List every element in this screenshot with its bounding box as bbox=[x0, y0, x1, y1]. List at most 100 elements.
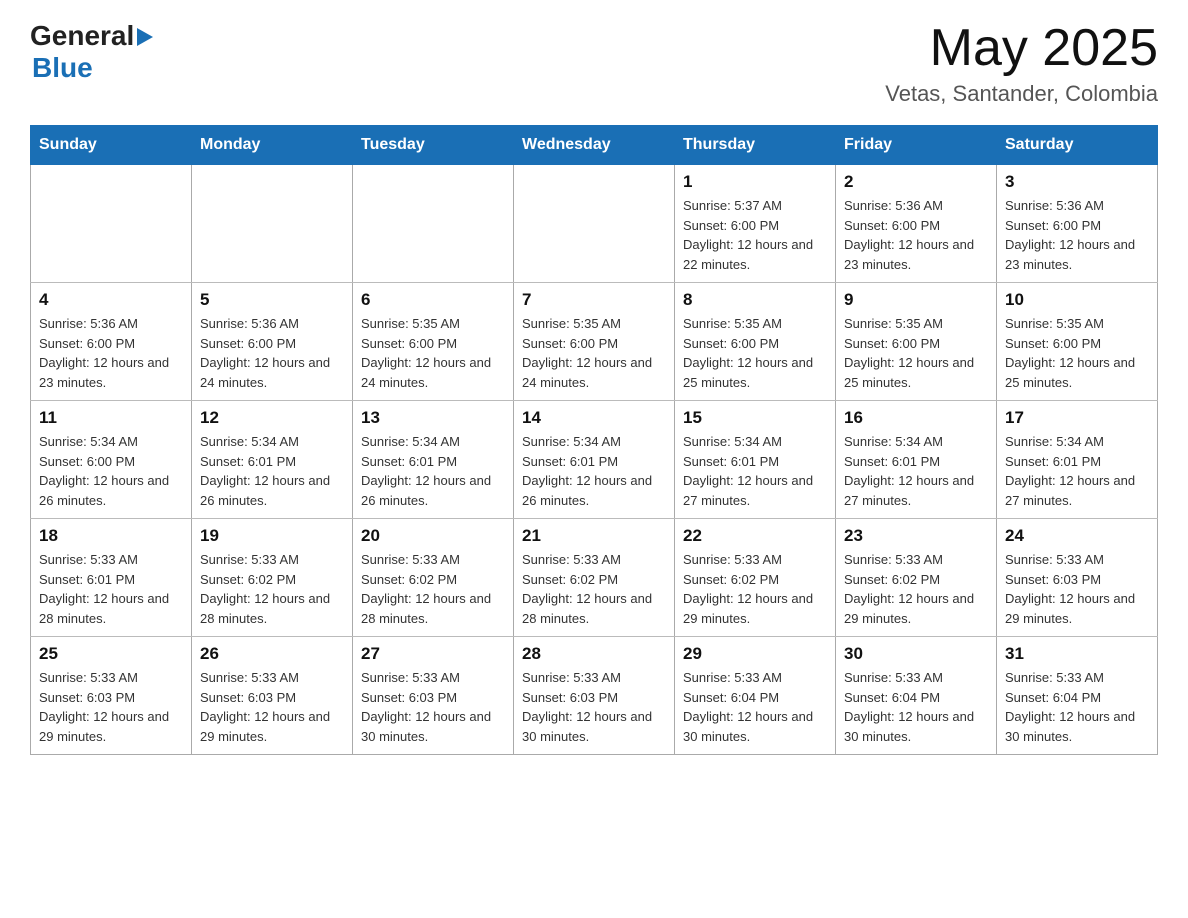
day-number: 19 bbox=[200, 526, 344, 546]
calendar-cell: 29Sunrise: 5:33 AM Sunset: 6:04 PM Dayli… bbox=[675, 637, 836, 755]
month-year-title: May 2025 bbox=[885, 20, 1158, 77]
page-header: General Blue May 2025 Vetas, Santander, … bbox=[30, 20, 1158, 107]
calendar-cell: 7 Sunrise: 5:35 AM Sunset: 6:00 PM Daylig… bbox=[514, 283, 675, 401]
day-info: Sunrise: 5:35 AM Sunset: 6:00 PM Dayligh… bbox=[683, 314, 827, 392]
calendar-cell: 18 Sunrise: 5:33 AM Sunset: 6:01 PM Dayli… bbox=[31, 519, 192, 637]
day-number: 26 bbox=[200, 644, 344, 664]
day-info: Sunrise: 5:35 AM Sunset: 6:00 PM Dayligh… bbox=[522, 314, 666, 392]
day-number: 30 bbox=[844, 644, 988, 664]
calendar-cell: 16 Sunrise: 5:34 AM Sunset: 6:01 PM Dayli… bbox=[836, 401, 997, 519]
day-number: 13 bbox=[361, 408, 505, 428]
location-subtitle: Vetas, Santander, Colombia bbox=[885, 81, 1158, 107]
calendar-week-5: 25Sunrise: 5:33 AM Sunset: 6:03 PM Dayli… bbox=[31, 637, 1158, 755]
calendar-cell: 14 Sunrise: 5:34 AM Sunset: 6:01 PM Dayli… bbox=[514, 401, 675, 519]
title-block: May 2025 Vetas, Santander, Colombia bbox=[885, 20, 1158, 107]
day-number: 8 bbox=[683, 290, 827, 310]
calendar-week-1: 1 Sunrise: 5:37 AM Sunset: 6:00 PM Daylig… bbox=[31, 165, 1158, 283]
day-info: Sunrise: 5:36 AM Sunset: 6:00 PM Dayligh… bbox=[844, 196, 988, 274]
day-info: Sunrise: 5:33 AM Sunset: 6:02 PM Dayligh… bbox=[844, 550, 988, 628]
day-info: Sunrise: 5:33 AM Sunset: 6:03 PM Dayligh… bbox=[39, 668, 183, 746]
day-info: Sunrise: 5:34 AM Sunset: 6:01 PM Dayligh… bbox=[200, 432, 344, 510]
day-info: Sunrise: 5:37 AM Sunset: 6:00 PM Dayligh… bbox=[683, 196, 827, 274]
day-info: Sunrise: 5:33 AM Sunset: 6:04 PM Dayligh… bbox=[1005, 668, 1149, 746]
day-info: Sunrise: 5:33 AM Sunset: 6:04 PM Dayligh… bbox=[844, 668, 988, 746]
calendar-cell: 21 Sunrise: 5:33 AM Sunset: 6:02 PM Dayli… bbox=[514, 519, 675, 637]
header-monday: Monday bbox=[192, 126, 353, 165]
day-info: Sunrise: 5:33 AM Sunset: 6:02 PM Dayligh… bbox=[361, 550, 505, 628]
logo-general-text: General bbox=[30, 20, 134, 52]
day-info: Sunrise: 5:33 AM Sunset: 6:01 PM Dayligh… bbox=[39, 550, 183, 628]
header-wednesday: Wednesday bbox=[514, 126, 675, 165]
header-thursday: Thursday bbox=[675, 126, 836, 165]
calendar-cell: 12 Sunrise: 5:34 AM Sunset: 6:01 PM Dayli… bbox=[192, 401, 353, 519]
day-number: 31 bbox=[1005, 644, 1149, 664]
calendar-cell: 4Sunrise: 5:36 AM Sunset: 6:00 PM Daylig… bbox=[31, 283, 192, 401]
calendar-cell bbox=[514, 165, 675, 283]
calendar-cell: 27 Sunrise: 5:33 AM Sunset: 6:03 PM Dayli… bbox=[353, 637, 514, 755]
day-number: 14 bbox=[522, 408, 666, 428]
calendar-cell: 10 Sunrise: 5:35 AM Sunset: 6:00 PM Dayli… bbox=[997, 283, 1158, 401]
day-info: Sunrise: 5:33 AM Sunset: 6:02 PM Dayligh… bbox=[200, 550, 344, 628]
day-info: Sunrise: 5:34 AM Sunset: 6:01 PM Dayligh… bbox=[1005, 432, 1149, 510]
calendar-cell: 1 Sunrise: 5:37 AM Sunset: 6:00 PM Daylig… bbox=[675, 165, 836, 283]
calendar-week-3: 11 Sunrise: 5:34 AM Sunset: 6:00 PM Dayli… bbox=[31, 401, 1158, 519]
calendar-cell: 17 Sunrise: 5:34 AM Sunset: 6:01 PM Dayli… bbox=[997, 401, 1158, 519]
logo-blue-text: Blue bbox=[30, 52, 93, 84]
day-info: Sunrise: 5:33 AM Sunset: 6:03 PM Dayligh… bbox=[522, 668, 666, 746]
calendar-cell: 31 Sunrise: 5:33 AM Sunset: 6:04 PM Dayli… bbox=[997, 637, 1158, 755]
day-number: 10 bbox=[1005, 290, 1149, 310]
logo: General Blue bbox=[30, 20, 153, 84]
calendar-week-2: 4Sunrise: 5:36 AM Sunset: 6:00 PM Daylig… bbox=[31, 283, 1158, 401]
day-number: 1 bbox=[683, 172, 827, 192]
calendar-cell: 26Sunrise: 5:33 AM Sunset: 6:03 PM Dayli… bbox=[192, 637, 353, 755]
day-info: Sunrise: 5:34 AM Sunset: 6:00 PM Dayligh… bbox=[39, 432, 183, 510]
day-info: Sunrise: 5:33 AM Sunset: 6:03 PM Dayligh… bbox=[1005, 550, 1149, 628]
day-number: 5 bbox=[200, 290, 344, 310]
day-number: 18 bbox=[39, 526, 183, 546]
day-number: 23 bbox=[844, 526, 988, 546]
day-info: Sunrise: 5:34 AM Sunset: 6:01 PM Dayligh… bbox=[844, 432, 988, 510]
header-sunday: Sunday bbox=[31, 126, 192, 165]
calendar-cell: 28Sunrise: 5:33 AM Sunset: 6:03 PM Dayli… bbox=[514, 637, 675, 755]
day-info: Sunrise: 5:35 AM Sunset: 6:00 PM Dayligh… bbox=[1005, 314, 1149, 392]
calendar-cell: 24 Sunrise: 5:33 AM Sunset: 6:03 PM Dayli… bbox=[997, 519, 1158, 637]
day-number: 21 bbox=[522, 526, 666, 546]
day-number: 11 bbox=[39, 408, 183, 428]
day-info: Sunrise: 5:35 AM Sunset: 6:00 PM Dayligh… bbox=[361, 314, 505, 392]
calendar-cell: 25Sunrise: 5:33 AM Sunset: 6:03 PM Dayli… bbox=[31, 637, 192, 755]
calendar-cell: 30 Sunrise: 5:33 AM Sunset: 6:04 PM Dayli… bbox=[836, 637, 997, 755]
day-info: Sunrise: 5:33 AM Sunset: 6:04 PM Dayligh… bbox=[683, 668, 827, 746]
calendar-cell: 20Sunrise: 5:33 AM Sunset: 6:02 PM Dayli… bbox=[353, 519, 514, 637]
calendar-cell: 6Sunrise: 5:35 AM Sunset: 6:00 PM Daylig… bbox=[353, 283, 514, 401]
day-info: Sunrise: 5:33 AM Sunset: 6:02 PM Dayligh… bbox=[683, 550, 827, 628]
day-info: Sunrise: 5:34 AM Sunset: 6:01 PM Dayligh… bbox=[683, 432, 827, 510]
calendar-cell bbox=[192, 165, 353, 283]
day-info: Sunrise: 5:36 AM Sunset: 6:00 PM Dayligh… bbox=[200, 314, 344, 392]
day-number: 7 bbox=[522, 290, 666, 310]
day-info: Sunrise: 5:34 AM Sunset: 6:01 PM Dayligh… bbox=[522, 432, 666, 510]
calendar-cell: 11 Sunrise: 5:34 AM Sunset: 6:00 PM Dayli… bbox=[31, 401, 192, 519]
calendar-cell: 5 Sunrise: 5:36 AM Sunset: 6:00 PM Daylig… bbox=[192, 283, 353, 401]
calendar-header-row: SundayMondayTuesdayWednesdayThursdayFrid… bbox=[31, 126, 1158, 165]
header-saturday: Saturday bbox=[997, 126, 1158, 165]
day-number: 16 bbox=[844, 408, 988, 428]
calendar-cell: 9Sunrise: 5:35 AM Sunset: 6:00 PM Daylig… bbox=[836, 283, 997, 401]
calendar-cell: 2Sunrise: 5:36 AM Sunset: 6:00 PM Daylig… bbox=[836, 165, 997, 283]
day-number: 12 bbox=[200, 408, 344, 428]
calendar-cell: 19 Sunrise: 5:33 AM Sunset: 6:02 PM Dayli… bbox=[192, 519, 353, 637]
day-number: 15 bbox=[683, 408, 827, 428]
day-number: 24 bbox=[1005, 526, 1149, 546]
day-number: 27 bbox=[361, 644, 505, 664]
calendar-cell bbox=[31, 165, 192, 283]
day-info: Sunrise: 5:33 AM Sunset: 6:02 PM Dayligh… bbox=[522, 550, 666, 628]
day-info: Sunrise: 5:34 AM Sunset: 6:01 PM Dayligh… bbox=[361, 432, 505, 510]
calendar-cell: 23 Sunrise: 5:33 AM Sunset: 6:02 PM Dayli… bbox=[836, 519, 997, 637]
calendar-cell: 3Sunrise: 5:36 AM Sunset: 6:00 PM Daylig… bbox=[997, 165, 1158, 283]
calendar-cell bbox=[353, 165, 514, 283]
day-info: Sunrise: 5:33 AM Sunset: 6:03 PM Dayligh… bbox=[361, 668, 505, 746]
day-number: 9 bbox=[844, 290, 988, 310]
day-number: 17 bbox=[1005, 408, 1149, 428]
day-info: Sunrise: 5:36 AM Sunset: 6:00 PM Dayligh… bbox=[1005, 196, 1149, 274]
calendar-cell: 15 Sunrise: 5:34 AM Sunset: 6:01 PM Dayli… bbox=[675, 401, 836, 519]
calendar-table: SundayMondayTuesdayWednesdayThursdayFrid… bbox=[30, 125, 1158, 755]
